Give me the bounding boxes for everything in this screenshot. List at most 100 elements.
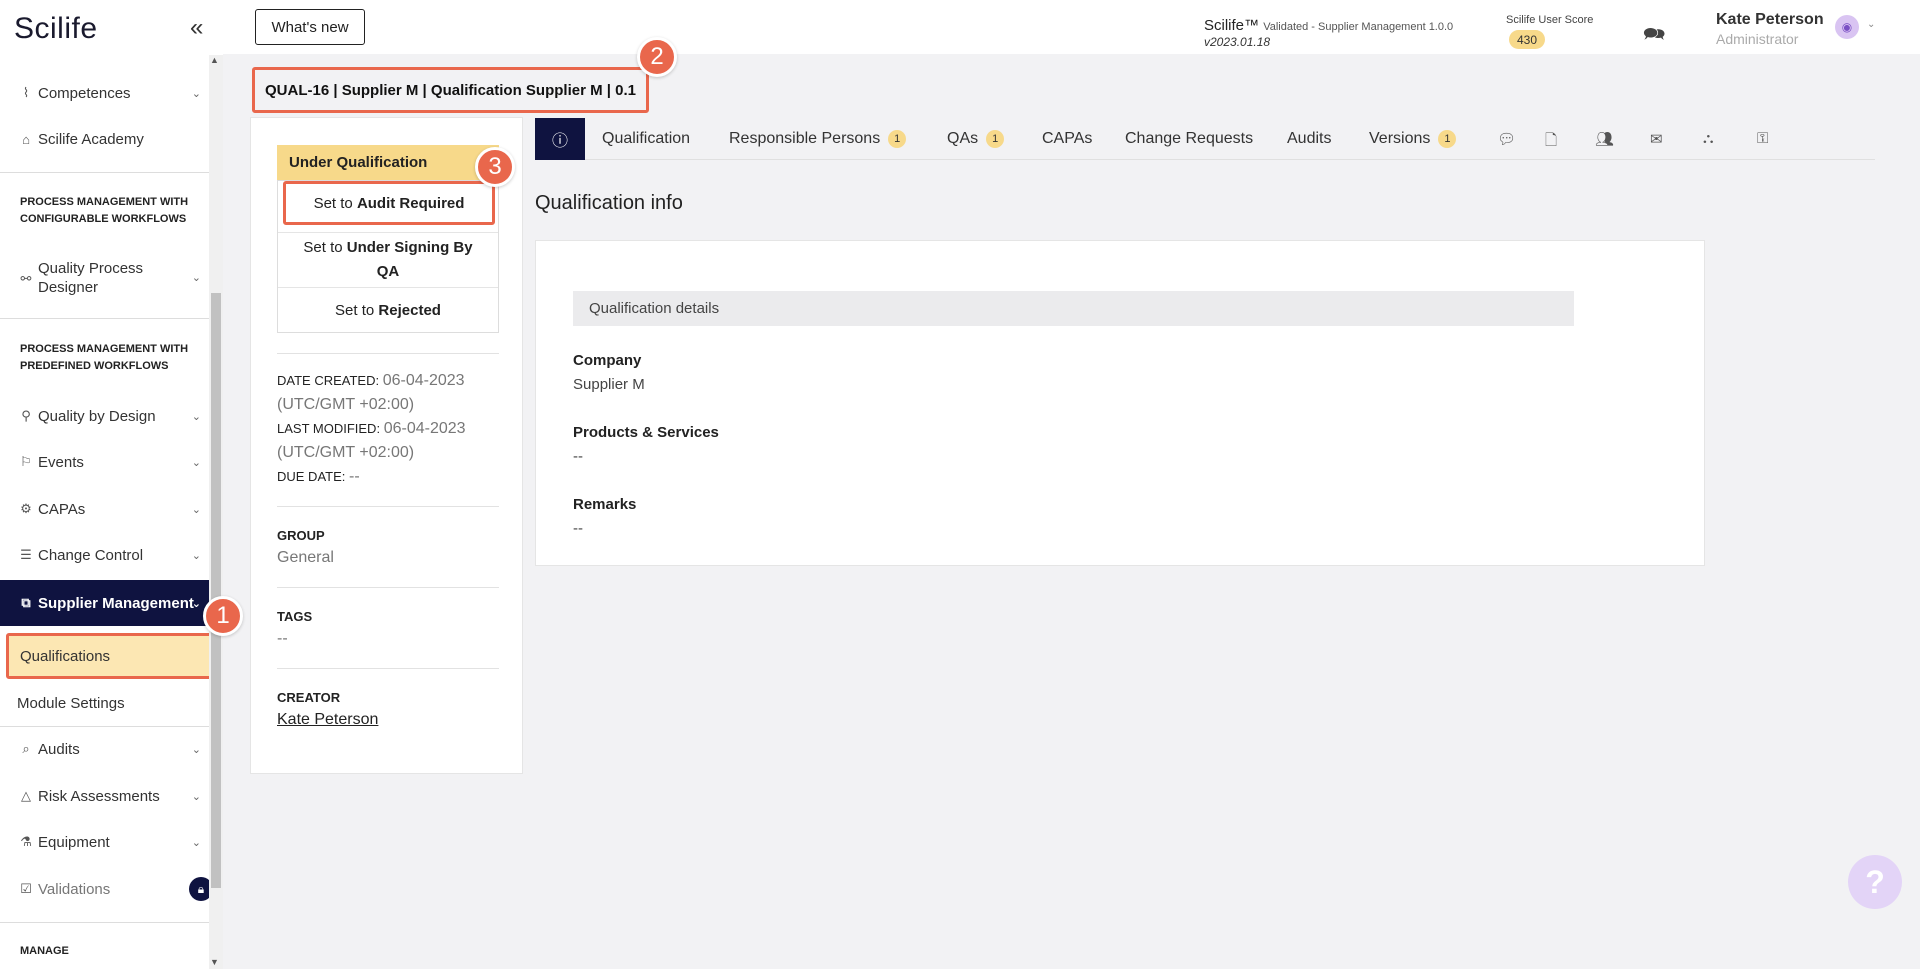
products-value: -- (573, 448, 583, 465)
sidebar-scrollbar[interactable]: ▲ ▼ (209, 55, 223, 969)
users-icon[interactable]: 👥︎ (1595, 130, 1614, 148)
divider (277, 353, 499, 354)
company-label: Company (573, 352, 642, 369)
version-number: v2023.01.18 (1204, 35, 1271, 49)
creator-link[interactable]: Kate Peterson (277, 711, 378, 729)
info-icon: ⓘ (551, 133, 568, 150)
qualification-info-card: Qualification details Company Supplier M… (535, 240, 1705, 566)
chevron-down-icon: ⌄ (191, 790, 201, 803)
tab-responsible-persons[interactable]: Responsible Persons 1 (729, 118, 907, 160)
sidebar-item-scilife-academy[interactable]: ⌂ Scilife Academy (0, 118, 223, 160)
sidebar: Scilife « ⌇ Competences ⌄ ⌂ Scilife Acad… (0, 0, 223, 969)
sidebar-item-change-control[interactable]: ☰ Change Control ⌄ (0, 534, 223, 576)
events-icon: ⚐ (20, 454, 32, 469)
document-icon[interactable]: 🗋︎ (1545, 130, 1557, 155)
section-predefined: PROCESS MANAGEMENT WITH PREDEFINED WORKF… (20, 343, 189, 372)
whats-new-button[interactable]: What's new (255, 9, 365, 45)
step-marker-2: 2 (637, 37, 677, 77)
count-badge: 1 (986, 130, 1005, 148)
warning-icon: △ (21, 788, 31, 803)
avatar[interactable]: ◉ (1835, 15, 1859, 39)
sidebar-item-competences[interactable]: ⌇ Competences ⌄ (0, 72, 223, 114)
tab-audits[interactable]: Audits (1287, 118, 1331, 160)
feedback-chat-icon[interactable]: 🗪︎ (1643, 22, 1665, 52)
chevron-down-icon: ⌄ (191, 503, 201, 516)
tags-label: TAGS (277, 609, 313, 624)
products-label: Products & Services (573, 424, 719, 441)
tab-capas[interactable]: CAPAs (1042, 118, 1092, 160)
count-badge: 1 (1438, 130, 1457, 148)
sidebar-item-audits[interactable]: ⌕ Audits ⌄ (0, 728, 223, 770)
set-under-signing-option[interactable]: Set to Under Signing By QA (278, 232, 498, 287)
tab-change-requests[interactable]: Change Requests (1125, 118, 1253, 160)
competences-icon: ⌇ (22, 85, 30, 100)
workflow-icon: ⚯ (20, 270, 32, 286)
date-created: DATE CREATED: 06-04-2023 (UTC/GMT +02:00… (277, 372, 465, 413)
tab-qas[interactable]: QAs 1 (947, 118, 1005, 160)
user-name[interactable]: Kate Peterson (1716, 11, 1824, 29)
sidebar-item-supplier-management[interactable]: ⧉ Supplier Management ⌄ (0, 580, 223, 626)
tab-qualification[interactable]: Qualification (602, 118, 690, 160)
due-date: DUE DATE: -- (277, 468, 360, 485)
scroll-down-icon[interactable]: ▼ (210, 957, 219, 967)
set-rejected-option[interactable]: Set to Rejected (278, 287, 498, 333)
scroll-up-icon[interactable]: ▲ (210, 55, 219, 65)
chevron-down-icon: ⌄ (191, 743, 201, 756)
chevron-down-icon: ⌄ (191, 410, 201, 423)
sidebar-divider (0, 318, 223, 319)
supplier-icon: ⧉ (21, 595, 31, 610)
hierarchy-icon[interactable]: ⛬ (1703, 130, 1714, 147)
scrollbar-thumb[interactable] (211, 293, 221, 888)
record-title: QUAL-16 | Supplier M | Qualification Sup… (252, 67, 649, 113)
clipboard-icon: ☑ (20, 881, 32, 896)
tab-versions[interactable]: Versions 1 (1369, 118, 1457, 160)
help-button[interactable]: ? (1848, 855, 1902, 909)
qualification-details-header: Qualification details (573, 291, 1574, 326)
mail-icon[interactable]: ✉ (1650, 130, 1663, 148)
comments-icon[interactable]: 💬︎ (1497, 130, 1516, 148)
divider (277, 587, 499, 588)
record-tabs: ⓘ Qualification Responsible Persons 1 QA… (535, 118, 1875, 160)
last-modified: LAST MODIFIED: 06-04-2023 (UTC/GMT +02:0… (277, 420, 466, 461)
section-configurable: PROCESS MANAGEMENT WITH CONFIGURABLE WOR… (20, 196, 189, 225)
sidebar-item-quality-process-designer[interactable]: ⚯ Quality Process Designer ⌄ (0, 256, 223, 300)
change-control-icon: ☰ (20, 547, 32, 562)
step-marker-3: 3 (475, 147, 515, 187)
divider (277, 506, 499, 507)
quality-by-design-icon: ⚲ (21, 408, 31, 423)
user-score-label: Scilife User Score (1506, 14, 1594, 26)
creator-label: CREATOR (277, 690, 341, 705)
remarks-value: -- (573, 520, 583, 537)
sidebar-item-capas[interactable]: ⚙ CAPAs ⌄ (0, 488, 223, 530)
step-marker-1: 1 (203, 596, 243, 636)
tags-value: -- (277, 630, 288, 647)
company-value: Supplier M (573, 376, 645, 393)
sidebar-item-risk-assessments[interactable]: △ Risk Assessments ⌄ (0, 775, 223, 817)
key-icon[interactable]: ⚿ (1757, 130, 1768, 147)
sidebar-divider (0, 922, 223, 923)
chevron-down-icon: ⌄ (191, 87, 201, 100)
set-audit-required-option[interactable]: Set to Audit Required (283, 181, 495, 225)
collapse-sidebar-icon[interactable]: « (190, 14, 203, 42)
sidebar-item-quality-by-design[interactable]: ⚲ Quality by Design ⌄ (0, 395, 223, 437)
chevron-down-icon: ⌄ (191, 456, 201, 469)
topbar: What's new Scilife™ Validated - Supplier… (223, 0, 1920, 54)
chevron-down-icon[interactable]: ⌄ (1867, 19, 1875, 30)
audits-icon: ⌕ (22, 741, 30, 756)
section-title: Qualification info (535, 192, 683, 214)
academy-icon: ⌂ (22, 131, 30, 147)
divider (277, 668, 499, 669)
user-score-badge: 430 (1509, 30, 1545, 49)
tab-info[interactable]: ⓘ (535, 118, 585, 160)
group-value: General (277, 549, 334, 566)
user-role: Administrator (1716, 31, 1799, 47)
sidebar-item-equipment[interactable]: ⚗ Equipment ⌄ (0, 821, 223, 863)
scilife-logo: Scilife (14, 12, 98, 45)
sidebar-item-validations[interactable]: ☑ Validations 🔒︎ (0, 868, 223, 910)
sidebar-item-events[interactable]: ⚐ Events ⌄ (0, 441, 223, 483)
chevron-down-icon: ⌄ (191, 836, 201, 849)
product-version-name: Scilife™ Validated - Supplier Management… (1204, 17, 1454, 34)
section-manage: MANAGE (20, 945, 69, 957)
sidebar-item-qualifications[interactable]: Qualifications (6, 633, 222, 679)
sidebar-item-module-settings[interactable]: Module Settings (0, 680, 223, 726)
